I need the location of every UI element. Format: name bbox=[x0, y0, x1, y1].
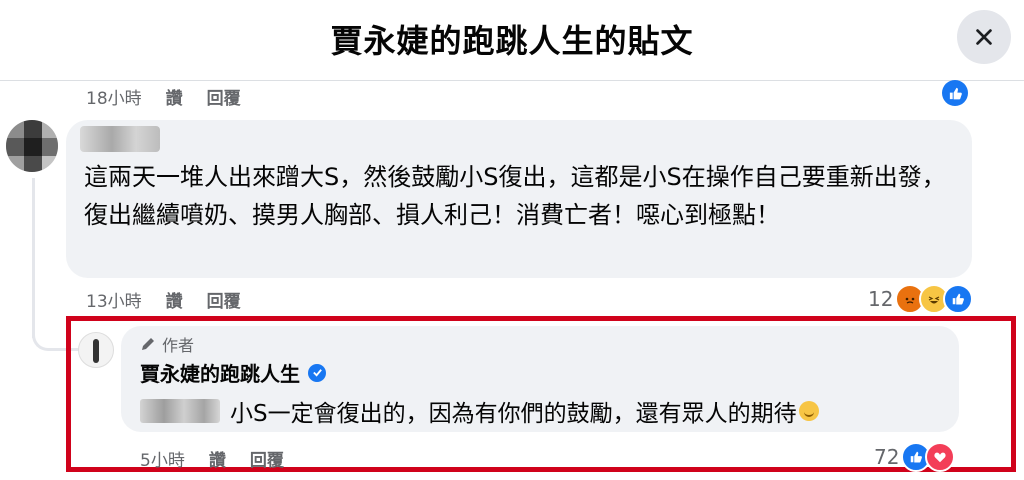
comment-like-button[interactable]: 讚 bbox=[166, 287, 183, 312]
comment-text: 這兩天一堆人出來蹭大S，然後鼓勵小S復出，這都是小S在操作自己要重新出發，復出繼… bbox=[84, 163, 946, 229]
reply-text: 小S一定會復出的，因為有你們的鼓勵，還有眾人的期待 bbox=[230, 401, 797, 427]
comment-reaction-count: 12 bbox=[868, 287, 894, 311]
dialog-header: 賈永婕的跑跳人生的貼文 bbox=[0, 0, 1024, 81]
reply-text-row: 小S一定會復出的，因為有你們的鼓勵，還有眾人的期待 bbox=[140, 394, 819, 428]
thread-line bbox=[32, 178, 35, 338]
author-badge: 作者 bbox=[140, 332, 194, 356]
pencil-icon bbox=[142, 338, 154, 350]
commenter-avatar[interactable] bbox=[6, 120, 58, 172]
like-icon bbox=[943, 284, 974, 314]
prev-comment-meta: 18小時 讚 回覆 bbox=[86, 84, 241, 109]
love-icon bbox=[925, 442, 956, 472]
reply-reply-button[interactable]: 回覆 bbox=[250, 446, 284, 471]
reply-author: 賈永婕的跑跳人生 bbox=[140, 358, 326, 387]
comment-bubble: 這兩天一堆人出來蹭大S，然後鼓勵小S復出，這都是小S在操作自己要重新出發，復出繼… bbox=[66, 120, 972, 278]
like-icon bbox=[942, 80, 968, 106]
author-badge-label: 作者 bbox=[162, 336, 195, 355]
prev-comment-like-button[interactable]: 讚 bbox=[166, 84, 183, 109]
reply-time[interactable]: 5小時 bbox=[140, 446, 185, 471]
reply-like-button[interactable]: 讚 bbox=[209, 446, 226, 471]
author-avatar[interactable] bbox=[78, 332, 114, 368]
close-icon bbox=[976, 29, 992, 45]
mention-blurred[interactable] bbox=[140, 399, 220, 423]
smile-emoji-icon bbox=[798, 401, 819, 421]
comment-reply-button[interactable]: 回覆 bbox=[207, 287, 241, 312]
reply-reactions[interactable]: 72 bbox=[874, 442, 956, 472]
comment-time[interactable]: 13小時 bbox=[86, 287, 142, 312]
reply-reaction-count: 72 bbox=[874, 445, 900, 469]
verified-badge-icon bbox=[308, 363, 326, 382]
comment-meta: 13小時 讚 回覆 bbox=[86, 287, 241, 312]
commenter-name-blurred[interactable] bbox=[80, 126, 160, 152]
comment-reactions[interactable]: 12 bbox=[868, 284, 974, 314]
dialog-title: 賈永婕的跑跳人生的貼文 bbox=[330, 22, 694, 60]
prev-comment-reply-button[interactable]: 回覆 bbox=[207, 84, 241, 109]
close-button[interactable] bbox=[957, 10, 1011, 64]
reply-meta: 5小時 讚 回覆 bbox=[140, 446, 284, 471]
prev-comment-time[interactable]: 18小時 bbox=[86, 84, 142, 109]
reply-author-name[interactable]: 賈永婕的跑跳人生 bbox=[140, 358, 300, 387]
